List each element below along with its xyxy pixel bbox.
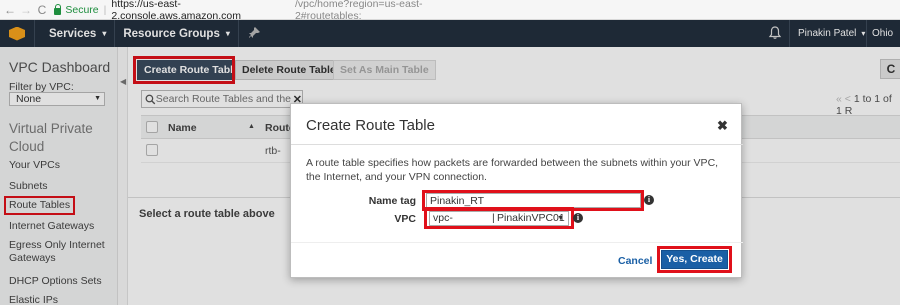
reload-button[interactable]: C [34,3,50,17]
info-icon[interactable]: i [644,195,654,205]
url-host: https://us-east-2.console.aws.amazon.com [111,0,241,22]
secure-label: Secure [65,4,99,16]
browser-toolbar: ← → C Secure | https://us-east-2.console… [0,0,900,22]
dialog-description: A route table specifies how packets are … [306,157,719,183]
vpc-label: VPC [394,213,416,225]
url-path: /vpc/home?region=us-east-2#routetables: [294,0,423,22]
lock-icon [54,3,62,15]
vpc-select-highlight [424,207,574,229]
dialog-title: Create Route Table [306,117,435,134]
forward-button[interactable]: → [18,3,34,17]
address-bar[interactable]: Secure | https://us-east-2.console.aws.a… [54,0,474,22]
info-icon[interactable]: i [573,213,583,223]
name-tag-label: Name tag [368,195,416,207]
create-route-table-dialog: Create Route Table ✖ A route table speci… [290,103,743,278]
yes-create-highlight [657,246,732,273]
close-icon[interactable]: ✖ [717,118,728,134]
cancel-button[interactable]: Cancel [618,255,652,267]
back-button[interactable]: ← [2,3,18,17]
